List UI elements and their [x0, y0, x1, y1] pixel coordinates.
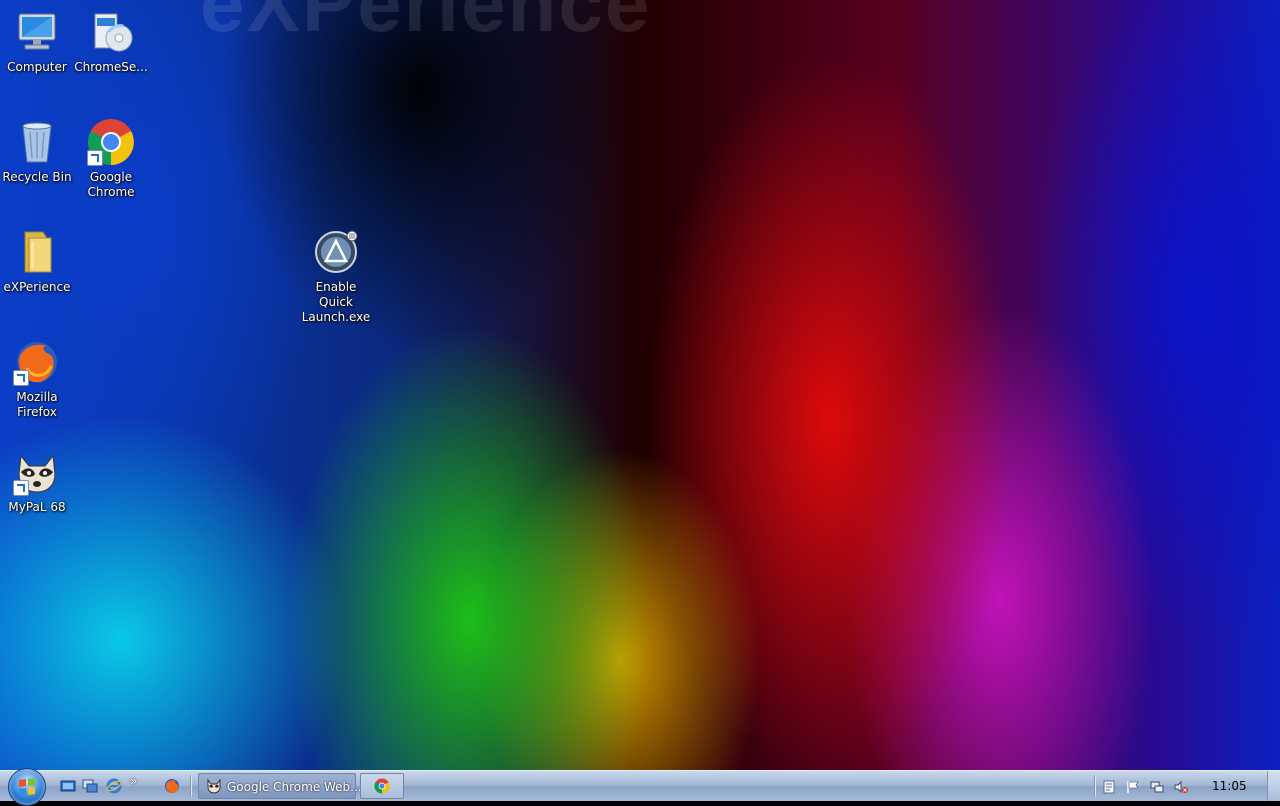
shortcut-arrow-icon	[13, 370, 29, 386]
shortcut-arrow-icon	[13, 480, 29, 496]
desktop-icon-computer[interactable]: Computer	[0, 8, 74, 75]
desktop-icon-label: Google Chrome	[87, 170, 135, 199]
raccoon-browser-icon	[13, 448, 61, 496]
wallpaper-watermark: eXPerience	[200, 0, 652, 48]
quick-launch-app-icon	[312, 228, 360, 276]
taskbar: » Google Chrome Web... 11:05	[0, 768, 1280, 806]
firefox-icon[interactable]	[164, 778, 180, 794]
network-icon[interactable]	[1150, 779, 1164, 793]
desktop-icon-label: Recycle Bin	[2, 170, 72, 184]
chrome-icon	[87, 118, 135, 166]
switch-windows-icon[interactable]	[82, 778, 98, 794]
taskbar-clock[interactable]: 11:05	[1212, 779, 1247, 793]
firefox-icon	[13, 338, 61, 386]
desktop-icon-label: MyPaL 68	[8, 500, 66, 514]
show-desktop-button[interactable]	[1267, 771, 1280, 801]
task-button-chrome[interactable]	[360, 773, 404, 799]
volume-muted-icon[interactable]	[1174, 779, 1188, 794]
desktop-icon-experience-folder[interactable]: eXPerience	[0, 228, 74, 295]
desktop-wallpaper: eXPerience	[0, 0, 1280, 770]
show-desktop-icon[interactable]	[60, 778, 76, 794]
shortcut-arrow-icon	[87, 150, 103, 166]
raccoon-browser-icon	[206, 778, 222, 798]
folder-icon	[13, 228, 61, 276]
desktop-icon-label: Mozilla Firefox	[16, 390, 58, 419]
task-button-google-chrome-web[interactable]: Google Chrome Web...	[198, 773, 362, 799]
chevron-overflow-icon[interactable]: »	[130, 774, 146, 790]
desktop-icon-mypal[interactable]: MyPaL 68	[0, 448, 74, 515]
start-button[interactable]	[8, 768, 46, 806]
chrome-icon	[374, 778, 390, 798]
desktop-icon-label: eXPerience	[3, 280, 71, 294]
taskbar-separator	[190, 775, 192, 797]
setup-disc-icon	[87, 8, 135, 56]
desktop-icon-recycle-bin[interactable]: Recycle Bin	[0, 118, 74, 185]
desktop-icon-chromesetup[interactable]: ChromeSe...	[74, 8, 148, 75]
desktop-icon-google-chrome[interactable]: Google Chrome	[74, 118, 148, 200]
desktop-icon-label: Computer	[7, 60, 67, 74]
desktop-icon-enable-quick-launch[interactable]: Enable Quick Launch.exe	[299, 228, 373, 325]
internet-explorer-icon[interactable]	[106, 778, 122, 794]
desktop-icon-label: Enable Quick Launch.exe	[301, 280, 371, 324]
desktop-icon-label: ChromeSe...	[74, 60, 148, 74]
windows-start-orb-icon	[19, 778, 35, 796]
computer-icon	[13, 8, 61, 56]
action-center-flag-icon[interactable]	[1126, 779, 1140, 793]
task-button-label: Google Chrome Web...	[227, 780, 362, 794]
recycle-bin-icon	[13, 118, 61, 166]
notes-icon[interactable]	[1102, 779, 1116, 794]
desktop-icon-mozilla-firefox[interactable]: Mozilla Firefox	[0, 338, 74, 420]
tray-separator	[1094, 775, 1096, 797]
